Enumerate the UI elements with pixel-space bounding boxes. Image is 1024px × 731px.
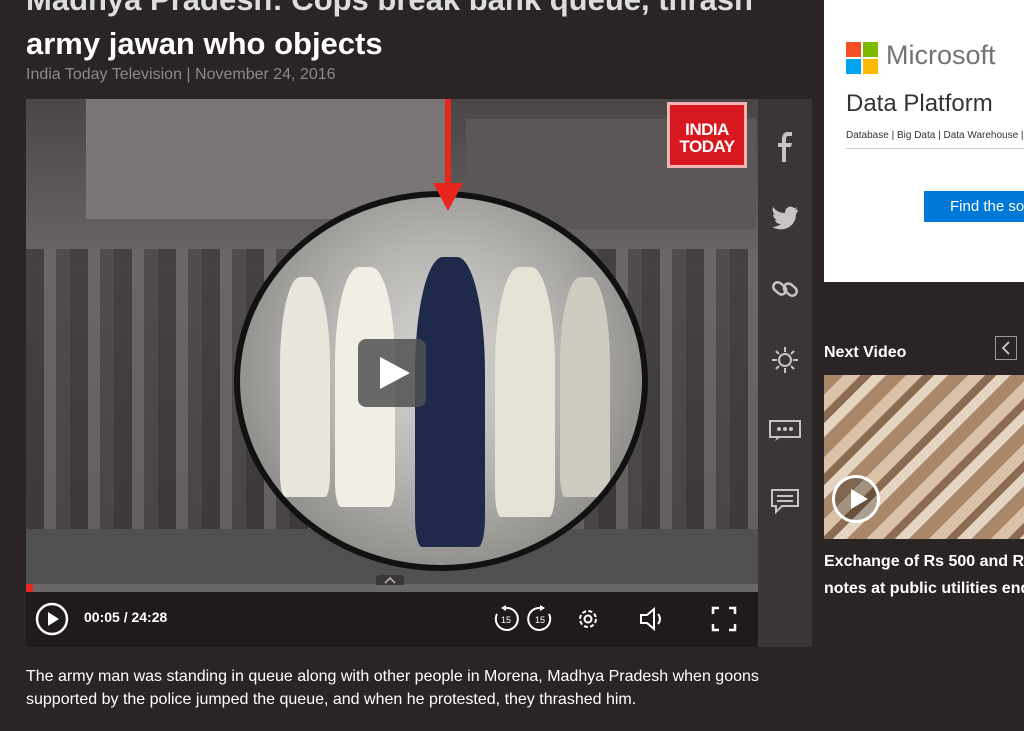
link-icon — [772, 281, 798, 297]
control-bar: 00:05 / 24:28 15 15 — [26, 592, 758, 647]
speaker-icon — [640, 606, 661, 632]
volume-button[interactable] — [636, 600, 670, 638]
next-video-thumbnail[interactable] — [824, 375, 1024, 539]
logo-line-1: INDIA — [685, 120, 729, 139]
logo-square-green — [863, 42, 878, 57]
settings-button[interactable] — [572, 600, 604, 638]
time-display: 00:05 / 24:28 — [84, 609, 167, 625]
play-circle-icon — [35, 602, 69, 636]
logo-square-blue — [846, 59, 861, 74]
next-video-title-line-1: Exchange of Rs 500 and Rs — [824, 553, 1024, 570]
share-twitter[interactable] — [758, 198, 812, 238]
ad-brand: Microsoft — [886, 40, 996, 70]
chevron-left-icon — [1001, 341, 1010, 355]
fullscreen-icon — [711, 606, 737, 632]
share-link[interactable] — [758, 269, 812, 309]
share-rail — [758, 99, 812, 647]
next-video-title[interactable]: Exchange of Rs 500 and Rs notes at publi… — [824, 548, 1024, 602]
next-video-label: Next Video — [824, 344, 907, 361]
ad-tags: Database | Big Data | Data Warehouse | — [846, 130, 1024, 141]
fullscreen-button[interactable] — [708, 600, 740, 638]
video-caption: The army man was standing in queue along… — [26, 668, 759, 708]
comment-icon — [771, 489, 799, 515]
annotation-arrow-head — [433, 183, 463, 211]
figure-officer-4 — [560, 277, 610, 497]
channel-logo: INDIA TODAY — [667, 102, 747, 168]
highlight-circle — [234, 191, 648, 571]
thumbnail-play-button[interactable] — [832, 475, 880, 523]
gear-icon — [579, 610, 597, 628]
facebook-icon — [778, 132, 792, 162]
figure-jawan — [415, 257, 485, 547]
current-time: 00:05 — [84, 609, 120, 625]
share-more[interactable] — [758, 340, 812, 380]
microsoft-ad[interactable]: Microsoft Data Platform Database | Big D… — [824, 0, 1024, 282]
scrub-handle[interactable] — [376, 575, 404, 585]
forward-icon: 15 — [527, 605, 552, 631]
video-frame[interactable]: INDIA TODAY — [26, 99, 758, 589]
embed-icon — [769, 420, 801, 441]
forward-label: 15 — [535, 615, 545, 625]
play-icon — [380, 357, 410, 389]
article-byline: India Today Television | November 24, 20… — [26, 66, 336, 83]
play-icon — [851, 489, 868, 509]
ad-title: Data Platform — [846, 90, 993, 117]
chevron-up-icon — [384, 576, 396, 584]
rewind-icon: 15 — [494, 605, 519, 631]
play-button[interactable] — [34, 600, 70, 638]
ad-cta-button[interactable]: Find the sol — [924, 191, 1024, 222]
annotation-arrow-shaft — [445, 99, 451, 189]
share-facebook[interactable] — [758, 127, 812, 167]
progress-bar[interactable] — [26, 584, 758, 592]
big-play-button[interactable] — [358, 339, 426, 407]
twitter-icon — [772, 206, 798, 230]
forward-15-button[interactable]: 15 — [524, 600, 556, 638]
settings-cog-icon — [772, 347, 798, 373]
figure-officer-3 — [495, 267, 555, 517]
share-comment[interactable] — [758, 482, 812, 522]
progress-fill — [26, 584, 34, 592]
logo-line-2: TODAY — [679, 137, 735, 156]
rewind-15-button[interactable]: 15 — [490, 600, 522, 638]
video-player[interactable]: INDIA TODAY 00:05 / 24:28 15 15 — [26, 99, 758, 647]
next-video-title-line-2: notes at public utilities end — [824, 580, 1024, 597]
microsoft-logo-icon — [846, 42, 878, 74]
figure-officer-1 — [280, 277, 330, 497]
share-embed[interactable] — [758, 411, 812, 451]
logo-square-yellow — [863, 59, 878, 74]
previous-video-button[interactable] — [995, 336, 1017, 360]
rewind-label: 15 — [501, 615, 511, 625]
ad-divider — [846, 148, 1024, 149]
headline-line-2: army jawan who objects — [26, 26, 383, 61]
time-separator: / — [123, 609, 128, 625]
logo-square-red — [846, 42, 861, 57]
duration: 24:28 — [131, 609, 168, 625]
headline-line-1: Madhya Pradesh: Cops break bank queue, t… — [26, 0, 816, 22]
article-headline: Madhya Pradesh: Cops break bank queue, t… — [26, 0, 816, 66]
